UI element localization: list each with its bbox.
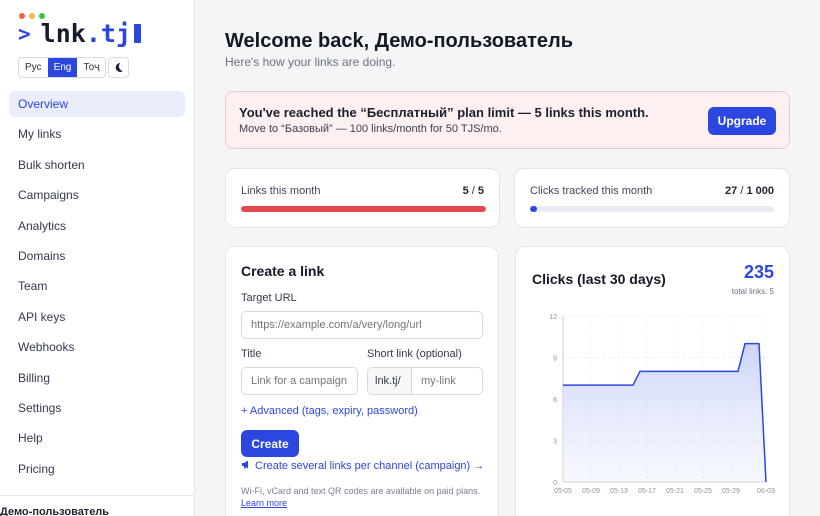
lang-ru[interactable]: Рус: [19, 58, 48, 77]
logo-name: lnk: [40, 19, 86, 48]
sidebar-item-domains[interactable]: Domains: [9, 243, 185, 269]
sidebar-item-bulk-shorten[interactable]: Bulk shorten: [9, 152, 185, 178]
short-link-input[interactable]: [411, 367, 483, 395]
logo-cursor: [133, 24, 141, 43]
sidebar-item-billing[interactable]: Billing: [9, 365, 185, 391]
create-link-title: Create a link: [241, 263, 325, 279]
sidebar: > lnk .tj Рус Eng Тоҷ Overview My links …: [0, 0, 195, 516]
campaign-link-label: Create several links per channel (campai…: [255, 460, 485, 472]
clicks-stat-value: 27 / 1 000: [725, 185, 774, 197]
alert-title: You've reached the “Бесплатный” plan lim…: [239, 105, 649, 120]
links-sep: /: [468, 185, 478, 197]
logo-tld: .tj: [85, 19, 131, 48]
campaign-link[interactable]: Create several links per channel (campai…: [241, 460, 484, 472]
clicks-stat-card: Clicks tracked this month 27 / 1 000: [514, 168, 790, 228]
links-stat-label: Links this month: [241, 185, 321, 197]
short-link-prefix: lnk.tj/: [367, 367, 411, 395]
target-url-input[interactable]: [241, 311, 483, 339]
clicks-progress-fill: [530, 206, 537, 212]
sidebar-item-my-links[interactable]: My links: [9, 121, 185, 147]
sidebar-item-settings[interactable]: Settings: [9, 395, 185, 421]
sidebar-user-name[interactable]: Демо-пользователь: [0, 506, 109, 516]
sidebar-nav: Overview My links Bulk shorten Campaigns…: [9, 91, 185, 486]
title-label: Title: [241, 348, 262, 360]
clicks-stat-label: Clicks tracked this month: [530, 185, 653, 197]
x-tick-label: 05-13: [610, 488, 628, 495]
sidebar-item-overview[interactable]: Overview: [9, 91, 185, 117]
clicks-chart-card: Clicks (last 30 days) 235 total links: 5…: [515, 246, 790, 516]
x-tick-label: 05-25: [694, 488, 712, 495]
clicks-used: 27: [725, 185, 738, 197]
x-tick-label: 05-21: [666, 488, 684, 495]
lang-tg[interactable]: Тоҷ: [77, 58, 106, 77]
create-link-card: Create a link Target URL Title Short lin…: [225, 246, 499, 516]
y-tick-label: 9: [553, 356, 557, 363]
title-input[interactable]: [241, 367, 358, 395]
x-tick-label: 05-29: [722, 488, 740, 495]
sidebar-item-analytics[interactable]: Analytics: [9, 213, 185, 239]
series-area: [563, 343, 766, 482]
sidebar-item-pricing[interactable]: Pricing: [9, 456, 185, 482]
qr-note-text: Wi-Fi, vCard and text QR codes are avail…: [241, 486, 481, 496]
y-tick-label: 6: [553, 397, 557, 404]
advanced-options-link[interactable]: + Advanced (tags, expiry, password): [241, 405, 418, 417]
y-tick-label: 0: [553, 480, 557, 487]
sidebar-item-team[interactable]: Team: [9, 273, 185, 299]
theme-toggle-button[interactable]: [108, 57, 129, 78]
sidebar-item-help[interactable]: Help: [9, 425, 185, 451]
clicks-limit: 1 000: [746, 185, 774, 197]
x-tick-label: 05-05: [554, 488, 572, 495]
brand-logo[interactable]: > lnk .tj: [18, 19, 141, 48]
links-limit: 5: [477, 185, 484, 197]
short-link-label: Short link (optional): [367, 348, 462, 360]
sidebar-divider: [0, 495, 195, 496]
plan-limit-alert: You've reached the “Бесплатный” plan lim…: [225, 91, 790, 149]
create-link-button[interactable]: Create: [241, 430, 299, 457]
sidebar-item-webhooks[interactable]: Webhooks: [9, 334, 185, 360]
sidebar-item-api-keys[interactable]: API keys: [9, 304, 185, 330]
page-subtitle: Here's how your links are doing.: [225, 55, 396, 69]
x-tick-label: 06-03: [757, 488, 775, 495]
x-tick-label: 05-09: [582, 488, 600, 495]
links-stat-value: 5 / 5: [463, 185, 484, 197]
language-switcher: Рус Eng Тоҷ: [18, 57, 107, 78]
links-progress-fill: [241, 206, 486, 212]
megaphone-icon: [241, 460, 252, 472]
links-progress-bar: [241, 206, 486, 212]
learn-more-link[interactable]: Learn more: [241, 498, 287, 508]
links-stat-card: Links this month 5 / 5: [225, 168, 500, 228]
lang-en[interactable]: Eng: [47, 58, 78, 77]
page-title: Welcome back, Демо-пользователь: [225, 30, 573, 52]
upgrade-button[interactable]: Upgrade: [708, 107, 776, 135]
y-tick-label: 3: [553, 439, 557, 446]
x-tick-label: 05-17: [638, 488, 656, 495]
moon-icon: [115, 63, 123, 72]
sidebar-item-campaigns[interactable]: Campaigns: [9, 182, 185, 208]
qr-note: Wi-Fi, vCard and text QR codes are avail…: [241, 485, 480, 509]
clicks-progress-bar: [530, 206, 774, 212]
logo-prompt: >: [18, 21, 31, 46]
target-url-label: Target URL: [241, 292, 297, 304]
clicks-chart: 0 3 6 9 12 05-05 05-09 05-13 05-17 05-21 05-25 05-2…: [549, 314, 775, 495]
alert-text: Move to “Базовый” — 100 links/month for …: [239, 123, 502, 135]
y-tick-label: 12: [549, 314, 557, 321]
